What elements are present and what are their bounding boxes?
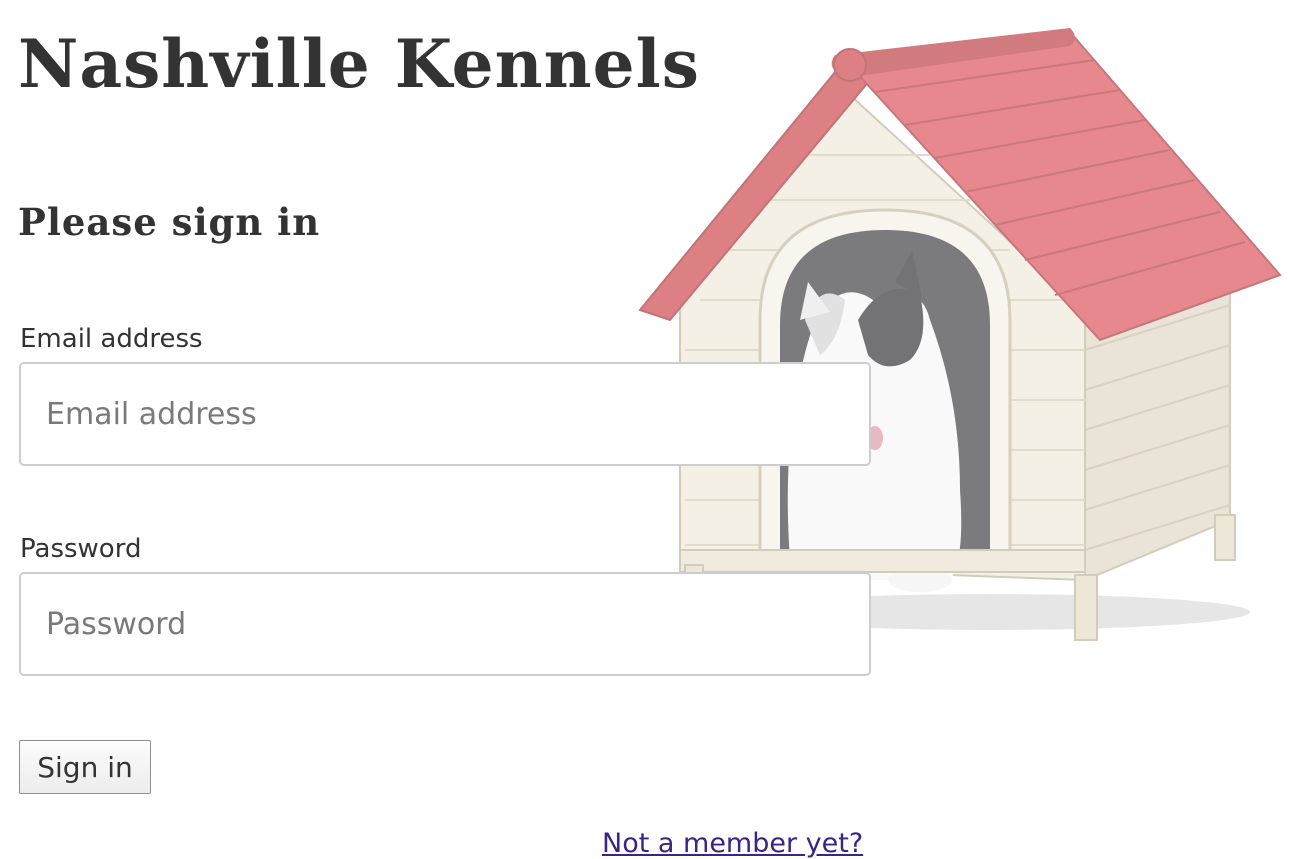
register-link[interactable]: Not a member yet? [602,826,863,859]
site-title: Nashville Kennels [18,25,700,103]
form-heading: Please sign in [18,200,321,244]
password-label: Password [20,534,142,564]
login-page: Nashville Kennels Please sign in Email a… [0,0,1289,859]
email-input[interactable] [19,362,871,466]
email-label: Email address [20,324,203,354]
password-input[interactable] [19,572,871,676]
doghouse-illustration [638,28,1282,641]
sign-in-button[interactable]: Sign in [19,740,151,794]
